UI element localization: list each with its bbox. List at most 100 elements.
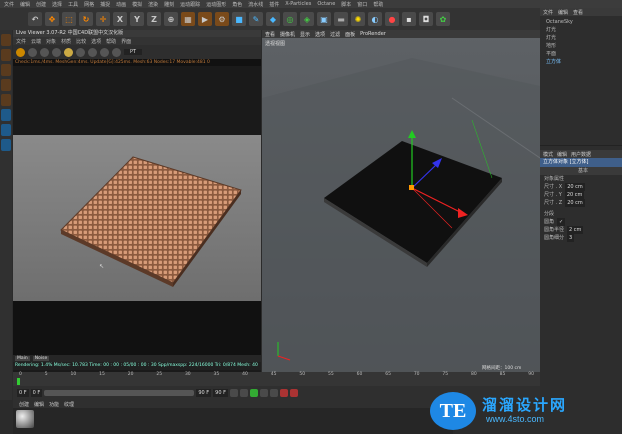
viewport-menu-item[interactable]: ProRender: [360, 31, 386, 37]
subdivision-icon[interactable]: ◆: [266, 12, 280, 26]
workplane-icon[interactable]: [1, 139, 11, 151]
goto-start-icon[interactable]: [229, 389, 238, 397]
frame-start-field[interactable]: 0 F: [17, 389, 29, 397]
point-mode-icon[interactable]: [1, 64, 11, 76]
material-menu-item[interactable]: 纹理: [64, 401, 74, 408]
range-slider[interactable]: [44, 390, 195, 396]
object-manager-menu-item[interactable]: 文件: [543, 9, 553, 16]
render-mode-select[interactable]: PT: [124, 49, 143, 55]
attribute-tab[interactable]: 模式: [543, 151, 553, 158]
frame-end2-field[interactable]: 90 F: [213, 389, 228, 397]
menu-item[interactable]: 渲染: [148, 1, 158, 8]
scale-icon[interactable]: ⬚: [62, 12, 76, 26]
material-menu-item[interactable]: 功能: [49, 401, 59, 408]
rotate-icon[interactable]: ↻: [79, 12, 93, 26]
cloner-icon[interactable]: ◎: [283, 12, 297, 26]
send-scene-icon[interactable]: [16, 47, 25, 57]
live-viewer-menu-item[interactable]: 文件: [16, 38, 26, 45]
live-viewer-menu-item[interactable]: 云端: [31, 38, 41, 45]
attribute-value-field[interactable]: 20 cm: [565, 199, 585, 207]
viewport-menu-item[interactable]: 选项: [315, 31, 325, 38]
deformer-icon[interactable]: ◈: [300, 12, 314, 26]
menu-item[interactable]: 帮助: [373, 1, 383, 8]
playhead[interactable]: [17, 378, 20, 385]
material-pick-icon[interactable]: [112, 47, 121, 57]
menu-item[interactable]: 角色: [232, 1, 242, 8]
material-menu-item[interactable]: 编辑: [34, 401, 44, 408]
axis-z-button[interactable]: Z: [147, 12, 161, 26]
menu-item[interactable]: 选择: [52, 1, 62, 8]
attribute-value-field[interactable]: 20 cm: [564, 191, 585, 199]
menu-item[interactable]: 流水线: [248, 1, 263, 8]
autokey-icon[interactable]: [289, 389, 298, 397]
cube-icon[interactable]: ■: [232, 12, 246, 26]
texture-mode-icon[interactable]: [1, 49, 11, 61]
menu-item[interactable]: 工具: [68, 1, 78, 8]
attribute-tab[interactable]: 编辑: [557, 151, 567, 158]
menu-item[interactable]: 雕刻: [164, 1, 174, 8]
menu-item[interactable]: 运动跟踪: [180, 1, 200, 8]
object-manager-menu-item[interactable]: 编辑: [558, 9, 568, 16]
lock-icon[interactable]: [64, 47, 73, 57]
viewport-menu-item[interactable]: 查看: [265, 31, 275, 38]
axis-mode-icon[interactable]: [1, 109, 11, 121]
menu-item[interactable]: 插件: [269, 1, 279, 8]
perspective-viewport[interactable]: 查看 摄像机 显示 选项 过滤 面板 ProRender: [262, 30, 540, 372]
object-list-item[interactable]: 立方体: [540, 58, 622, 66]
octane-liveviewer-icon[interactable]: ◘: [419, 12, 433, 26]
attribute-value-field[interactable]: 20 cm: [565, 183, 585, 191]
material-menu-item[interactable]: 创建: [19, 401, 29, 408]
timeline[interactable]: 0 5 10 15 20 25 30 35 40 45 50 55 60 65 70 75 80 85 90: [13, 372, 540, 386]
attribute-tab[interactable]: 用户数据: [571, 151, 591, 158]
attribute-value-field[interactable]: 3: [567, 234, 575, 242]
octane-light-icon[interactable]: ●: [385, 12, 399, 26]
restart-icon[interactable]: [28, 47, 37, 57]
render-active-icon[interactable]: ▶: [198, 12, 212, 26]
axis-y-button[interactable]: Y: [130, 12, 144, 26]
camera-icon[interactable]: ▬: [334, 12, 348, 26]
record-icon[interactable]: [279, 389, 288, 397]
pen-icon[interactable]: ✎: [249, 12, 263, 26]
live-viewer-menu-item[interactable]: 材质: [61, 38, 71, 45]
live-viewer-menu-item[interactable]: 界面: [121, 38, 131, 45]
scene-icon[interactable]: ▣: [317, 12, 331, 26]
light-icon[interactable]: ✺: [351, 12, 365, 26]
menu-item[interactable]: X-Particles: [285, 1, 311, 7]
object-list-item[interactable]: 平面: [540, 50, 622, 58]
live-viewer-menu-item[interactable]: 对象: [46, 38, 56, 45]
menu-item[interactable]: 模拟: [132, 1, 142, 8]
snap-icon[interactable]: [1, 124, 11, 136]
edge-mode-icon[interactable]: [1, 79, 11, 91]
object-list-item[interactable]: OctaneSky: [540, 18, 622, 26]
attribute-value-field[interactable]: ✓: [557, 218, 566, 226]
prev-key-icon[interactable]: [239, 389, 248, 397]
viewport-menu-item[interactable]: 摄像机: [280, 31, 295, 38]
live-viewer-menu-item[interactable]: 帮助: [106, 38, 116, 45]
render-settings-icon[interactable]: ⚙: [215, 12, 229, 26]
octane-env-icon[interactable]: ◐: [368, 12, 382, 26]
menu-item[interactable]: 动画: [116, 1, 126, 8]
goto-end-icon[interactable]: [269, 389, 278, 397]
polygon-mode-icon[interactable]: [1, 94, 11, 106]
region-icon[interactable]: [76, 47, 85, 57]
coord-system-icon[interactable]: ⊕: [164, 12, 178, 26]
play-icon[interactable]: [249, 389, 258, 397]
menu-item[interactable]: 捕捉: [100, 1, 110, 8]
frame-end-field[interactable]: 90 F: [196, 389, 212, 397]
menu-item[interactable]: 网格: [84, 1, 94, 8]
menu-item[interactable]: 窗口: [357, 1, 367, 8]
menu-item[interactable]: 运动图形: [206, 1, 226, 8]
material-thumbnail[interactable]: [16, 410, 34, 428]
axis-x-button[interactable]: X: [113, 12, 127, 26]
viewport-menu-item[interactable]: 过滤: [330, 31, 340, 38]
tab-noise[interactable]: Noise: [32, 356, 50, 361]
frame-current-field[interactable]: 0 F: [30, 389, 43, 397]
focus-icon[interactable]: [100, 47, 109, 57]
viewport-menu-item[interactable]: 显示: [300, 31, 310, 38]
viewport-menu-item[interactable]: 面板: [345, 31, 355, 38]
object-manager-menu-item[interactable]: 查看: [573, 9, 583, 16]
menu-item[interactable]: 创建: [36, 1, 46, 8]
menu-item[interactable]: 脚本: [341, 1, 351, 8]
live-viewer-menu-item[interactable]: 比较: [76, 38, 86, 45]
object-list-item[interactable]: 灯光: [540, 26, 622, 34]
